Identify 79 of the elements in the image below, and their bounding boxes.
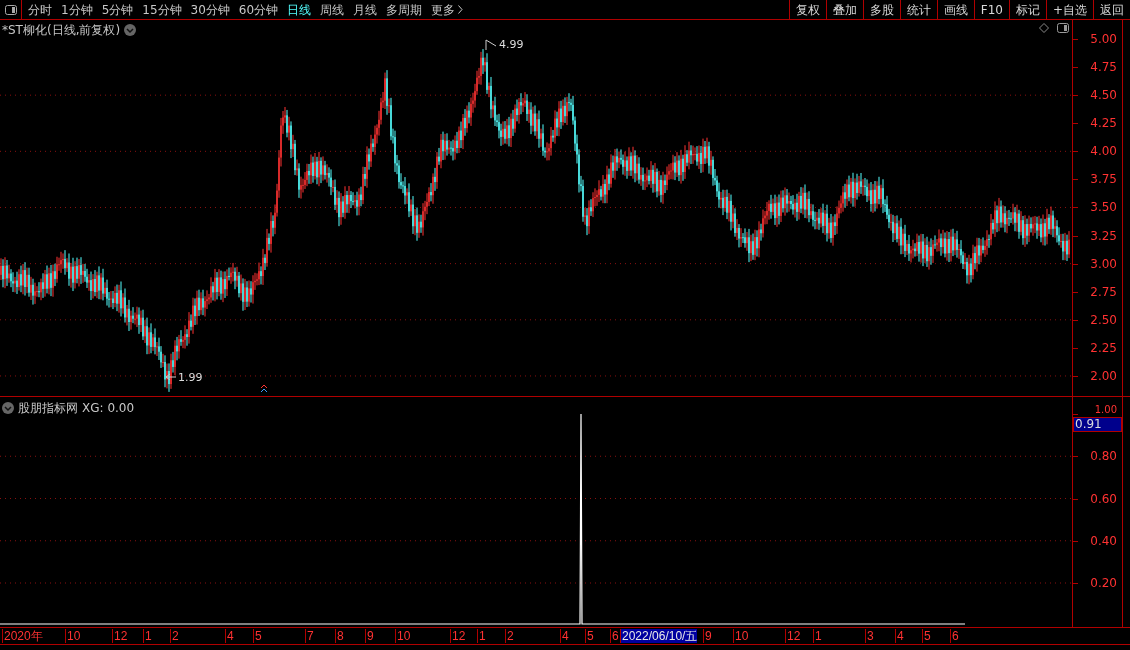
indicator-tick: 0.20 [1090, 576, 1117, 590]
date-axis-label: 1 [813, 629, 822, 643]
toolbar-button[interactable]: 多股 [862, 0, 900, 19]
toolbar-button[interactable]: 统计 [899, 0, 937, 19]
chevron-right-icon [458, 5, 464, 14]
leader-line [485, 39, 497, 51]
date-axis-label: 12 [785, 629, 801, 643]
period-tab[interactable]: 5分钟 [101, 0, 134, 19]
period-tab[interactable]: 日线 [287, 0, 312, 19]
price-tick: 3.25 [1090, 228, 1117, 243]
toolbar-button[interactable]: 画线 [936, 0, 974, 19]
price-tick: 4.25 [1090, 116, 1117, 131]
marker-icon [260, 384, 268, 393]
date-axis-label: 10 [733, 629, 749, 643]
price-tick: 2.75 [1090, 284, 1117, 299]
date-axis-label: 4 [895, 629, 904, 643]
date-axis-label: 1 [477, 629, 486, 643]
indicator-tick: 1.00 [1094, 405, 1117, 415]
date-axis-label: 10 [65, 629, 81, 643]
price-tick: 4.75 [1090, 60, 1117, 75]
high-price-label: 4.99 [499, 37, 524, 53]
date-axis-label: 12 [450, 629, 466, 643]
period-tab[interactable]: 15分钟 [142, 0, 182, 19]
period-tab[interactable]: 1分钟 [61, 0, 93, 19]
date-axis-label: 1 [143, 629, 152, 643]
date-axis-label: 5 [585, 629, 594, 643]
diamond-icon[interactable] [1039, 23, 1049, 33]
panel-toggle-icon[interactable] [4, 4, 17, 15]
date-axis-label: 5 [922, 629, 931, 643]
price-tick: 2.25 [1090, 340, 1117, 355]
price-tick: 5.00 [1090, 32, 1117, 46]
panel-toggle-icon[interactable] [1057, 23, 1069, 33]
date-axis-label: 4 [225, 629, 234, 643]
date-axis-label: 2 [170, 629, 179, 643]
chevron-down-icon[interactable] [2, 402, 14, 414]
price-tick: 3.75 [1090, 172, 1117, 187]
date-axis-label: 7 [305, 629, 314, 643]
date-axis-label: 2020年 [2, 629, 43, 643]
price-tick: 3.50 [1090, 200, 1117, 215]
date-axis-label: 9 [703, 629, 712, 643]
period-tab[interactable]: 更多 [431, 0, 464, 19]
period-tab[interactable]: 30分钟 [190, 0, 230, 19]
indicator-tick: 0.40 [1090, 533, 1117, 548]
date-axis-label: 2022/06/10/五 [620, 629, 698, 643]
period-tab[interactable]: 60分钟 [238, 0, 279, 19]
indicator-reading: XG: 0.00 [82, 400, 135, 417]
price-tick: 3.00 [1090, 256, 1117, 271]
indicator-tick: 0.60 [1090, 491, 1117, 506]
date-axis-label: 2 [505, 629, 514, 643]
leader-line [165, 373, 177, 381]
date-axis-label: 10 [395, 629, 411, 643]
toolbar-button[interactable]: 叠加 [825, 0, 863, 19]
price-tick: 2.00 [1090, 368, 1117, 383]
indicator-title: 股朋指标网 [18, 400, 78, 417]
chart-title: *ST柳化(日线,前复权) [2, 22, 121, 39]
date-axis-label: 9 [365, 629, 374, 643]
toolbar-button[interactable]: 返回 [1093, 0, 1130, 19]
indicator-tick: 0.80 [1090, 449, 1117, 464]
date-axis-label: 3 [865, 629, 874, 643]
period-tab[interactable]: 多周期 [386, 0, 423, 19]
toolbar-button[interactable]: 标记 [1008, 0, 1046, 19]
period-tab[interactable]: 周线 [320, 0, 345, 19]
chevron-down-icon[interactable] [124, 24, 137, 36]
period-tab[interactable]: 月线 [353, 0, 378, 19]
date-axis-label: 12 [112, 629, 128, 643]
date-axis-label: 6 [950, 629, 959, 643]
cursor-value-label: 0.91 [1073, 417, 1122, 432]
date-axis-label: 6 [610, 629, 619, 643]
date-axis-label: 5 [253, 629, 262, 643]
low-price-label: 1.99 [178, 370, 203, 386]
date-axis-label: 4 [560, 629, 569, 643]
price-tick: 4.50 [1090, 88, 1117, 103]
toolbar-button[interactable]: F10 [973, 0, 1009, 19]
price-tick: 2.50 [1090, 312, 1117, 327]
toolbar-button[interactable]: 复权 [788, 0, 826, 19]
period-tab[interactable]: 分时 [28, 0, 52, 19]
price-tick: 4.00 [1090, 144, 1117, 159]
toolbar-button[interactable]: +自选 [1045, 0, 1093, 19]
date-axis-label: 8 [335, 629, 344, 643]
